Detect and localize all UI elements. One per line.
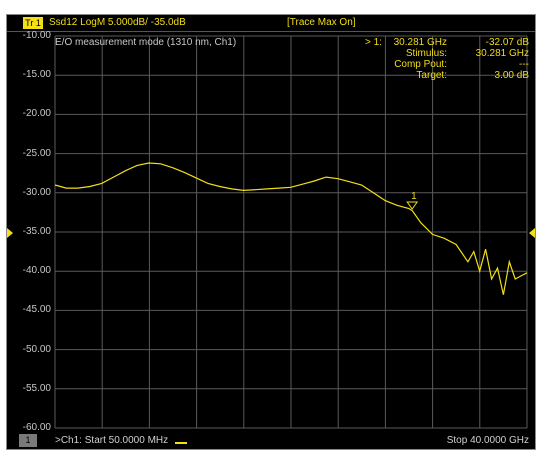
y-tick-label: -55.00: [22, 382, 51, 394]
marker-label: 1: [411, 191, 417, 202]
marker-readout-value: -32.07 dB: [485, 37, 529, 48]
y-tick-label: -50.00: [22, 343, 51, 355]
marker-readout-label: 30.281 GHz: [393, 37, 447, 48]
reference-level-left-icon: [7, 228, 13, 238]
y-tick-label: -25.00: [22, 147, 51, 159]
channel-footer: 1 >Ch1: Start 50.0000 MHz Stop 40.0000 G…: [7, 433, 535, 449]
marker-readout-value: ---: [519, 59, 529, 70]
channel-badge[interactable]: 1: [19, 434, 37, 447]
marker-readout-value: 3.00 dB: [494, 70, 529, 81]
marker-readout-value: 30.281 GHz: [475, 48, 529, 59]
y-tick-label: -20.00: [22, 108, 51, 120]
marker-id: > 1:: [365, 37, 382, 48]
y-tick-label: -40.00: [22, 265, 51, 277]
y-tick-label: -45.00: [22, 304, 51, 316]
y-tick-label: -60.00: [22, 422, 51, 433]
y-tick-label: -35.00: [22, 226, 51, 237]
measurement-mode: E/O measurement mode (1310 nm, Ch1): [55, 37, 237, 48]
marker-readout-label: Comp Pout:: [394, 59, 447, 70]
trace-plot[interactable]: 1: [7, 15, 535, 449]
marker-readout-label: Target:: [416, 70, 447, 81]
analyzer-display: Tr 1 Ssd12 LogM 5.000dB/ -35.0dB [Trace …: [6, 14, 536, 450]
marker-readout-label: Stimulus:: [405, 48, 447, 59]
stop-frequency[interactable]: Stop 40.0000 GHz: [447, 435, 529, 446]
y-tick-label: -30.00: [22, 186, 51, 198]
start-frequency[interactable]: >Ch1: Start 50.0000 MHz: [55, 435, 168, 446]
y-tick-label: -15.00: [22, 69, 51, 81]
trace-legend-line: [175, 442, 187, 444]
reference-level-right-icon: [529, 228, 535, 238]
y-tick-label: -10.00: [22, 30, 51, 41]
